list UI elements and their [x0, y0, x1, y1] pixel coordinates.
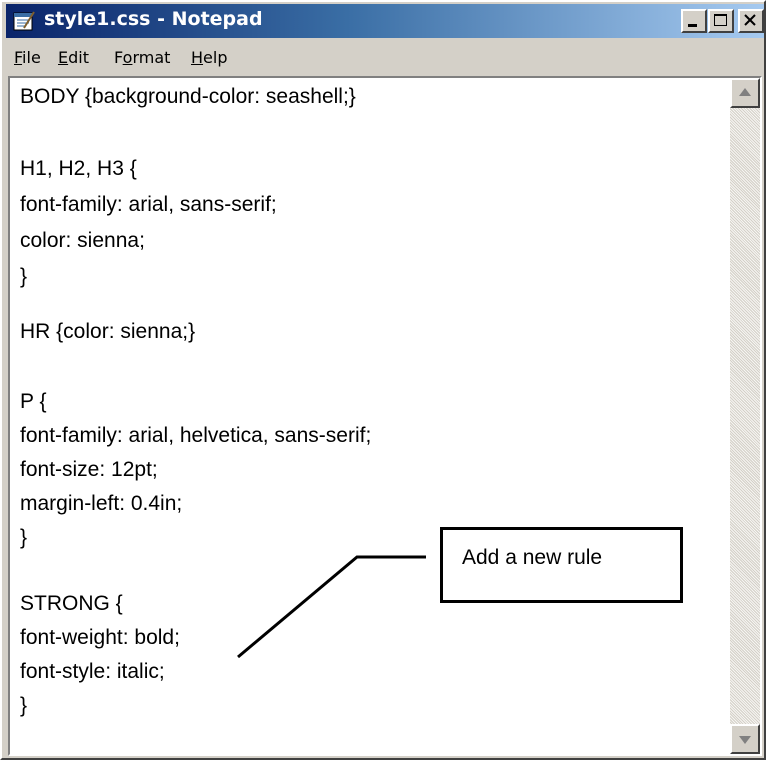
menu-help[interactable]: Help: [191, 48, 227, 67]
editor-text-area[interactable]: BODY {background-color: seashell;} H1, H…: [10, 78, 730, 754]
code-line: P {: [20, 390, 47, 413]
code-line: margin-left: 0.4in;: [20, 492, 183, 515]
code-line: }: [20, 694, 28, 717]
menu-edit[interactable]: Edit: [58, 48, 89, 67]
minimize-icon: [688, 24, 697, 27]
scroll-down-button[interactable]: [730, 724, 760, 754]
code-line: font-family: arial, helvetica, sans-seri…: [20, 424, 372, 447]
maximize-button[interactable]: [708, 9, 734, 33]
menu-edit-label: dit: [68, 48, 89, 67]
menu-file-accel: F: [14, 48, 23, 67]
scroll-up-button[interactable]: [730, 78, 760, 108]
notepad-window: style1.css - Notepad File Edit Format He…: [0, 0, 766, 760]
menu-help-accel: H: [191, 48, 204, 67]
menu-bar: File Edit Format Help: [6, 39, 764, 73]
notepad-app-icon: [13, 11, 35, 31]
minimize-button[interactable]: [681, 9, 707, 33]
close-icon: [744, 14, 756, 26]
code-line: font-weight: bold;: [20, 626, 180, 649]
code-line: font-style: italic;: [20, 660, 165, 683]
code-line: }: [20, 526, 28, 549]
arrow-down-icon: [739, 736, 751, 744]
menu-format-accel: o: [122, 48, 133, 67]
code-line: HR {color: sienna;}: [20, 320, 196, 343]
callout-text: Add a new rule: [462, 546, 603, 569]
close-button[interactable]: [738, 9, 764, 33]
maximize-icon: [714, 14, 727, 26]
menu-file-label: ile: [22, 48, 41, 67]
window-title: style1.css - Notepad: [44, 8, 263, 30]
menu-edit-accel: E: [58, 48, 69, 67]
code-line: font-size: 12pt;: [20, 458, 158, 481]
arrow-up-icon: [739, 88, 751, 96]
menu-file[interactable]: File: [14, 48, 41, 67]
callout-box: Add a new rule: [440, 527, 683, 603]
code-line: STRONG {: [20, 592, 123, 615]
menu-format-prefix: F: [114, 48, 123, 67]
title-bar[interactable]: style1.css - Notepad: [6, 4, 764, 38]
code-line: H1, H2, H3 {: [20, 157, 137, 180]
code-line: }: [20, 265, 28, 288]
code-line: BODY {background-color: seashell;}: [20, 85, 356, 108]
menu-help-label: elp: [203, 48, 228, 67]
code-line: color: sienna;: [20, 229, 145, 252]
code-line: font-family: arial, sans-serif;: [20, 193, 277, 216]
text-editor[interactable]: BODY {background-color: seashell;} H1, H…: [8, 76, 762, 756]
menu-format-label: rmat: [132, 48, 171, 67]
vertical-scrollbar[interactable]: [730, 78, 760, 754]
menu-format[interactable]: Format: [114, 48, 170, 67]
